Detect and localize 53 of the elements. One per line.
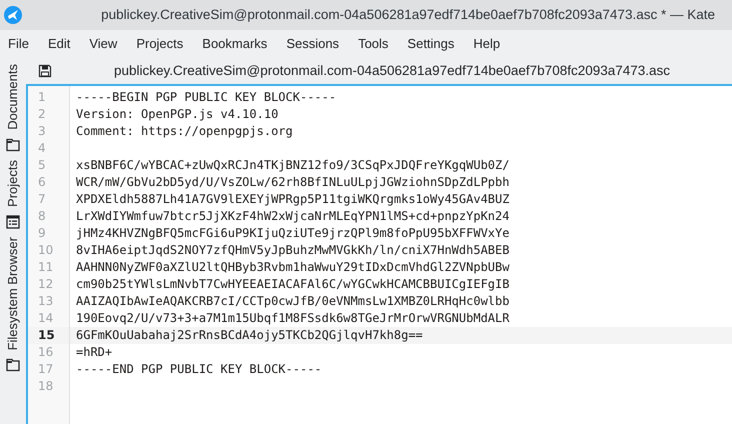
code-line: Comment: https://openpgpjs.org [76,124,293,138]
line-number: 17 [38,362,54,376]
line-number: 3 [38,124,46,138]
code-line: AAHNN0NyZWF0aXZlU2ltQHByb3Rvbm1haWwuY29tIDxDcmVhdGl2ZVNpbUBw [76,260,510,274]
code-line: WCR/mW/GbVu2bD5yd/U/VsZOLw/62rh8BfINLuULpjJGWziohnSDpZdLPpbh [76,175,510,189]
line-number: 7 [38,192,46,206]
code-line: XPDXEldh5887Lh41A7GV9lEXEYjWPRgp5P11tgiWKQrgmks1oWy45GAv4BUZ [76,192,510,206]
code-line: xsBNBF6C/wYBCAC+zUwQxRCJn4TKjBNZ12fo9/3CSqPxJDQFreYKgqWUb0Z/ [76,158,510,172]
code-line: 6GFmKOuUabahaj2SrRnsBCdA4ojy5TKCb2QGjlqvH7kh8g== [76,328,423,342]
code-line: jHMz4KHVZNgBFQ5mcFGi6uP9KIjuQziUTe9jrzQPl9m8foPpU95bXFFWVxYe [76,226,510,240]
line-number: 12 [38,277,54,291]
code-line: -----BEGIN PGP PUBLIC KEY BLOCK----- [76,90,336,104]
menu-item[interactable]: Settings [399,34,462,54]
line-number: 1 [38,90,46,104]
code-line: =hRD+ [76,345,112,359]
menu-item[interactable]: Tools [350,34,396,54]
line-number: 5 [38,158,46,172]
code-line: 8vIHA6eiptJqdS2NOY7zfQHmV5yJpBuhzMwMVGkKh/ln/cniX7HnWdh5ABEB [76,243,510,257]
folder-icon [6,138,20,152]
sidebar-tab[interactable]: Documents [3,64,23,130]
sidebar-tab[interactable]: Filesystem Browser [3,236,23,350]
folder-icon [6,358,20,372]
line-number: 13 [38,294,54,308]
line-number: 4 [38,141,46,155]
code-line: 190Eovq2/U/v73+3+a7M1m15Ubqf1M8FSsdk6w8TGeJrMrOrwVRGNUbMdALR [76,311,510,325]
code-line: cm90b25tYWlsLmNvbT7CwHYEEAEIACAFAl6C/wYGCwkHCAMCBBUICgIEFgIB [76,277,510,291]
line-number: 10 [38,243,54,257]
menu-item[interactable]: Bookmarks [194,34,276,54]
menu-item[interactable]: File [0,34,37,54]
line-number: 9 [38,226,46,240]
code-line: LrXWdIYWmfuw7btcr5JjXKzF4hW2xWjcaNrMLEqYPN1lMS+cd+pnpzYpKn24 [76,209,510,223]
menu-item[interactable]: Projects [128,34,192,54]
menu-item[interactable]: Sessions [278,34,348,54]
line-number: 16 [38,345,54,359]
code-line: AAIZAQIbAwIeAQAKCRB7cI/CCTp0cwJfB/0eVNMmsLw1XMBZ0LRHqHc0wlbb [76,294,510,308]
sidebar-tab[interactable]: Projects [3,160,23,207]
line-number: 15 [38,328,55,342]
menu-item[interactable]: View [81,34,126,54]
menu-item[interactable]: Help [465,34,508,54]
line-number: 2 [38,107,46,121]
app-icon [3,5,23,25]
line-number: 14 [38,311,54,325]
line-number: 6 [38,175,46,189]
line-number: 8 [38,209,46,223]
line-number: 18 [38,379,54,393]
code-line: -----END PGP PUBLIC KEY BLOCK----- [76,362,322,376]
line-number: 11 [38,260,54,274]
code-line: Version: OpenPGP.js v4.10.10 [76,107,278,121]
list-icon [6,214,20,229]
save-icon[interactable] [38,64,52,78]
menu-item[interactable]: Edit [40,34,78,54]
document-tab[interactable]: publickey.CreativeSim@protonmail.com-04a506281a97edf714be0aef7b708fc2093a7473.asc [114,60,670,82]
window-title: publickey.CreativeSim@protonmail.com-04a506281a97edf714be0aef7b708fc2093a7473.asc * — Kate [101,6,715,24]
